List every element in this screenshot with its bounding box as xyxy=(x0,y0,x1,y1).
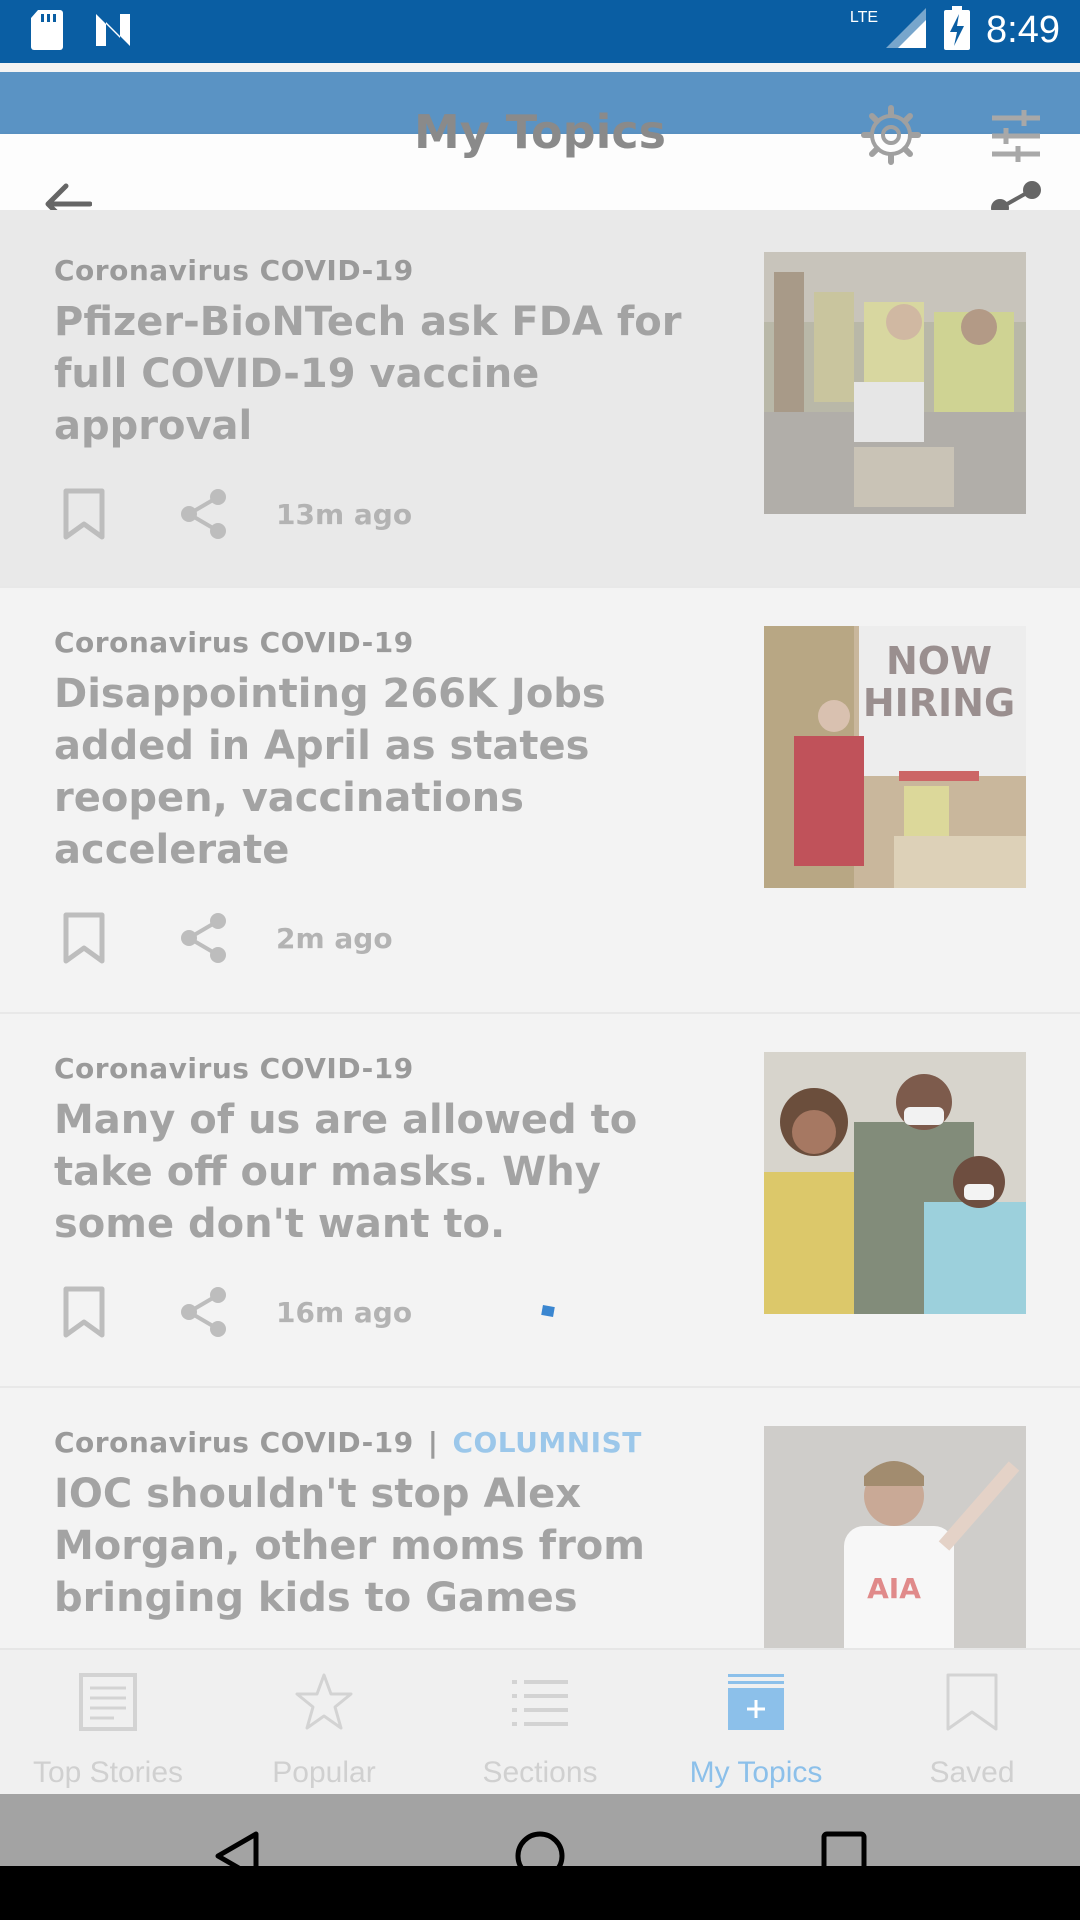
add-topic-icon xyxy=(726,1672,786,1732)
article-feed[interactable]: Coronavirus COVID-19 Pfizer-BioNTech ask… xyxy=(0,210,1080,1648)
image-text-aia: AIA xyxy=(867,1572,921,1605)
network-type: LTE xyxy=(849,9,879,26)
warehouse-workers-photo[interactable] xyxy=(764,252,1026,514)
bottom-navigation: Top Stories Popular Sections My Topics S… xyxy=(0,1648,1080,1794)
tab-label: Popular xyxy=(272,1756,376,1789)
signal-icon xyxy=(884,6,928,54)
sd-card-icon xyxy=(30,10,64,54)
battery-charging-icon xyxy=(944,6,971,54)
article-topic[interactable]: Coronavirus COVID-19 xyxy=(54,1052,414,1085)
star-icon xyxy=(294,1672,354,1732)
article-actions: 13m ago xyxy=(54,484,412,544)
tab-label: My Topics xyxy=(689,1756,823,1789)
list-icon xyxy=(510,1672,570,1732)
tab-saved[interactable]: Saved xyxy=(864,1650,1080,1796)
article-headline[interactable]: Many of us are allowed to take off our m… xyxy=(54,1094,694,1250)
tab-label: Saved xyxy=(929,1756,1015,1789)
settings-gear-icon[interactable] xyxy=(860,104,922,170)
article-actions: 2m ago xyxy=(54,908,393,968)
filter-sliders-icon[interactable] xyxy=(990,110,1042,166)
columnist-label: COLUMNIST xyxy=(452,1426,642,1459)
article-topic[interactable]: Coronavirus COVID-19 | COLUMNIST xyxy=(54,1426,642,1459)
bookmark-icon[interactable] xyxy=(54,484,114,544)
status-bar: LTE 8:49 xyxy=(0,0,1080,63)
tab-label: Sections xyxy=(482,1756,598,1789)
article-time: 2m ago xyxy=(276,921,393,955)
now-hiring-sign-photo[interactable]: NOW HIRING xyxy=(764,626,1026,888)
article-headline[interactable]: Disappointing 266K Jobs added in April a… xyxy=(54,668,694,876)
tab-popular[interactable]: Popular xyxy=(216,1650,432,1796)
app-screen: LTE 8:49 My Topics Coronavirus COVID-19 … xyxy=(0,0,1080,1920)
recents-square-icon[interactable] xyxy=(820,1830,868,1882)
article-card[interactable]: Coronavirus COVID-19 Pfizer-BioNTech ask… xyxy=(0,210,1080,588)
bookmark-icon xyxy=(942,1672,1002,1732)
article-topic[interactable]: Coronavirus COVID-19 xyxy=(54,626,414,659)
tab-sections[interactable]: Sections xyxy=(432,1650,648,1796)
home-circle-icon[interactable] xyxy=(514,1830,566,1886)
article-card[interactable]: Coronavirus COVID-19 | COLUMNIST IOC shoul… xyxy=(0,1388,1080,1648)
article-headline[interactable]: Pfizer-BioNTech ask FDA for full COVID-1… xyxy=(54,296,694,452)
article-topic[interactable]: Coronavirus COVID-19 xyxy=(54,254,414,287)
share-icon[interactable] xyxy=(174,484,234,544)
family-masks-photo[interactable] xyxy=(764,1052,1026,1314)
system-navigation-bar xyxy=(0,1794,1080,1920)
image-text-hiring: HIRING xyxy=(863,681,1015,725)
bookmark-icon[interactable] xyxy=(54,908,114,968)
tab-my-topics[interactable]: My Topics xyxy=(648,1650,864,1796)
article-time: 16m ago xyxy=(276,1295,413,1329)
article-headline[interactable]: IOC shouldn't stop Alex Morgan, other mo… xyxy=(54,1468,694,1624)
article-card[interactable]: Coronavirus COVID-19 Many of us are allo… xyxy=(0,1014,1080,1388)
share-icon[interactable] xyxy=(174,908,234,968)
article-time: 13m ago xyxy=(276,497,413,531)
tab-top-stories[interactable]: Top Stories xyxy=(0,1650,216,1796)
article-card[interactable]: Coronavirus COVID-19 Disappointing 266K … xyxy=(0,588,1080,1014)
clock: 8:49 xyxy=(986,8,1060,51)
soccer-player-photo[interactable]: AIA xyxy=(764,1426,1026,1648)
image-text-now: NOW xyxy=(886,639,992,683)
n-logo-icon xyxy=(94,12,134,52)
loading-indicator xyxy=(541,1305,555,1317)
share-icon[interactable] xyxy=(174,1282,234,1342)
newspaper-icon xyxy=(78,1672,138,1732)
tab-label: Top Stories xyxy=(32,1756,184,1789)
article-actions: 16m ago xyxy=(54,1282,412,1342)
back-triangle-icon[interactable] xyxy=(214,1830,260,1886)
bookmark-icon[interactable] xyxy=(54,1282,114,1342)
